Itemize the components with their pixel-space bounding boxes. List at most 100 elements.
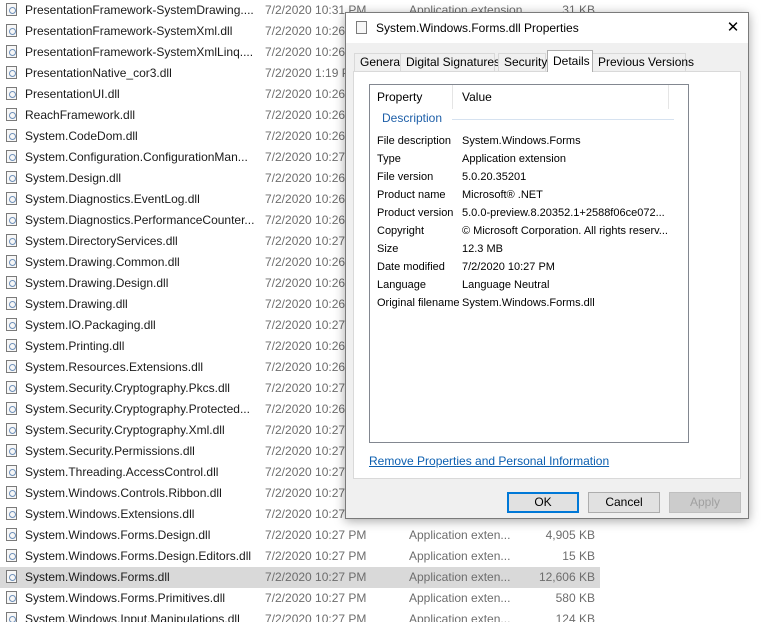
property-value: System.Windows.Forms.dll — [462, 297, 595, 309]
file-name: System.Security.Cryptography.Pkcs.dll — [25, 381, 230, 395]
property-value: 5.0.20.35201 — [462, 171, 527, 183]
file-date-modified: 7/2/2020 10:26 — [265, 402, 346, 416]
file-date-modified: 7/2/2020 10:26 — [265, 297, 346, 311]
property-row[interactable]: File version 5.0.20.35201 — [370, 169, 686, 187]
file-size: 12,606 KB — [538, 570, 595, 584]
remove-properties-link[interactable]: Remove Properties and Personal Informati… — [369, 454, 609, 468]
file-row[interactable]: System.Windows.Forms.dll 7/2/2020 10:27 P… — [0, 567, 600, 588]
file-name: System.Windows.Input.Manipulations.dll — [25, 612, 240, 622]
dll-file-icon — [6, 24, 17, 37]
dll-file-icon — [6, 549, 17, 562]
dll-file-icon — [6, 150, 17, 163]
column-header-property[interactable]: Property — [377, 85, 422, 109]
file-name: PresentationFramework-SystemXmlLinq.... — [25, 45, 254, 59]
column-divider[interactable] — [452, 85, 453, 109]
dll-file-icon — [6, 339, 17, 352]
file-date-modified: 7/2/2020 10:26 — [265, 87, 346, 101]
file-name: PresentationFramework-SystemDrawing.... — [25, 3, 254, 17]
close-button[interactable]: ✕ — [718, 13, 748, 43]
properties-dialog: System.Windows.Forms.dll Properties ✕ Ge… — [345, 12, 749, 519]
file-name: System.IO.Packaging.dll — [25, 318, 156, 332]
file-row[interactable]: System.Windows.Forms.Design.Editors.dll 7… — [0, 546, 600, 567]
property-row[interactable]: File description System.Windows.Forms — [370, 133, 686, 151]
dll-file-icon — [6, 381, 17, 394]
file-name: System.Security.Permissions.dll — [25, 444, 195, 458]
file-name: System.Drawing.Common.dll — [25, 255, 180, 269]
file-date-modified: 7/2/2020 1:19 P — [265, 66, 350, 80]
tab-security[interactable]: Security — [498, 53, 547, 71]
dll-file-icon — [6, 45, 17, 58]
property-row[interactable]: Product version 5.0.0-preview.8.20352.1+2… — [370, 205, 686, 223]
file-name: System.Printing.dll — [25, 339, 125, 353]
property-value: © Microsoft Corporation. All rights rese… — [462, 225, 668, 237]
dialog-titlebar[interactable]: System.Windows.Forms.dll Properties ✕ — [346, 13, 748, 43]
cancel-button[interactable]: Cancel — [588, 492, 660, 513]
file-name: System.Windows.Extensions.dll — [25, 507, 195, 521]
file-row[interactable]: System.Windows.Forms.Primitives.dll 7/2/2… — [0, 588, 600, 609]
property-row[interactable]: Date modified 7/2/2020 10:27 PM — [370, 259, 686, 277]
tab-details[interactable]: Details — [547, 50, 593, 72]
property-row[interactable]: Type Application extension — [370, 151, 686, 169]
file-date-modified: 7/2/2020 10:27 PM — [265, 570, 367, 584]
file-name: PresentationUI.dll — [25, 87, 120, 101]
dll-file-icon — [6, 255, 17, 268]
ok-button[interactable]: OK — [507, 492, 579, 513]
file-name: ReachFramework.dll — [25, 108, 136, 122]
file-size: 580 KB — [555, 591, 595, 605]
property-name: Product version — [377, 207, 454, 219]
dll-file-icon — [6, 108, 17, 121]
file-date-modified: 7/2/2020 10:26 — [265, 129, 346, 143]
dll-file-icon — [6, 171, 17, 184]
column-divider[interactable] — [668, 85, 669, 109]
tab-digital-signatures[interactable]: Digital Signatures — [400, 53, 500, 71]
dll-file-icon — [6, 3, 17, 16]
file-date-modified: 7/2/2020 10:27 — [265, 465, 346, 479]
file-name: PresentationFramework-SystemXml.dll — [25, 24, 233, 38]
file-row[interactable]: System.Windows.Input.Manipulations.dll 7/… — [0, 609, 600, 622]
file-date-modified: 7/2/2020 10:26 — [265, 108, 346, 122]
file-row[interactable]: System.Windows.Forms.Design.dll 7/2/2020 … — [0, 525, 600, 546]
file-size: 124 KB — [555, 612, 595, 622]
column-header-value[interactable]: Value — [462, 85, 492, 109]
dll-file-icon — [6, 234, 17, 247]
file-date-modified: 7/2/2020 10:27 — [265, 444, 346, 458]
property-row[interactable]: Product name Microsoft® .NET — [370, 187, 686, 205]
tab-general[interactable]: General — [354, 53, 403, 71]
property-value: Language Neutral — [462, 279, 550, 291]
dll-file-icon — [6, 423, 17, 436]
file-name: System.Configuration.ConfigurationMan... — [25, 150, 248, 164]
file-name: System.Security.Cryptography.Xml.dll — [25, 423, 225, 437]
dll-file-icon — [6, 507, 17, 520]
file-date-modified: 7/2/2020 10:27 — [265, 234, 346, 248]
dll-file-icon — [6, 87, 17, 100]
file-date-modified: 7/2/2020 10:27 — [265, 423, 346, 437]
details-list[interactable]: Property Value Description File descript… — [369, 84, 689, 443]
file-name: System.DirectoryServices.dll — [25, 234, 178, 248]
file-date-modified: 7/2/2020 10:27 PM — [265, 528, 367, 542]
property-name: File description — [377, 135, 451, 147]
file-type: Application exten... — [409, 591, 511, 605]
file-name: PresentationNative_cor3.dll — [25, 66, 172, 80]
property-value: 7/2/2020 10:27 PM — [462, 261, 555, 273]
property-row[interactable]: Size 12.3 MB — [370, 241, 686, 259]
property-value: 5.0.0-preview.8.20352.1+2588f06ce072... — [462, 207, 665, 219]
file-date-modified: 7/2/2020 10:27 PM — [265, 591, 367, 605]
file-name: System.CodeDom.dll — [25, 129, 138, 143]
file-date-modified: 7/2/2020 10:26 — [265, 255, 346, 269]
apply-button[interactable]: Apply — [669, 492, 741, 513]
file-name: System.Security.Cryptography.Protected..… — [25, 402, 250, 416]
dll-file-icon — [356, 21, 367, 34]
tab-previous-versions[interactable]: Previous Versions — [592, 53, 694, 71]
file-date-modified: 7/2/2020 10:27 PM — [265, 612, 367, 622]
file-date-modified: 7/2/2020 10:26 — [265, 339, 346, 353]
property-row[interactable]: Copyright © Microsoft Corporation. All ri… — [370, 223, 686, 241]
property-value: Application extension — [462, 153, 566, 165]
property-row[interactable]: Language Language Neutral — [370, 277, 686, 295]
file-name: System.Resources.Extensions.dll — [25, 360, 204, 374]
file-name: System.Windows.Forms.Design.dll — [25, 528, 211, 542]
dll-file-icon — [6, 276, 17, 289]
file-date-modified: 7/2/2020 10:27 — [265, 150, 346, 164]
property-row[interactable]: Original filename System.Windows.Forms.dl… — [370, 295, 686, 313]
file-name: System.Windows.Forms.Primitives.dll — [25, 591, 226, 605]
file-date-modified: 7/2/2020 10:26 — [265, 276, 346, 290]
